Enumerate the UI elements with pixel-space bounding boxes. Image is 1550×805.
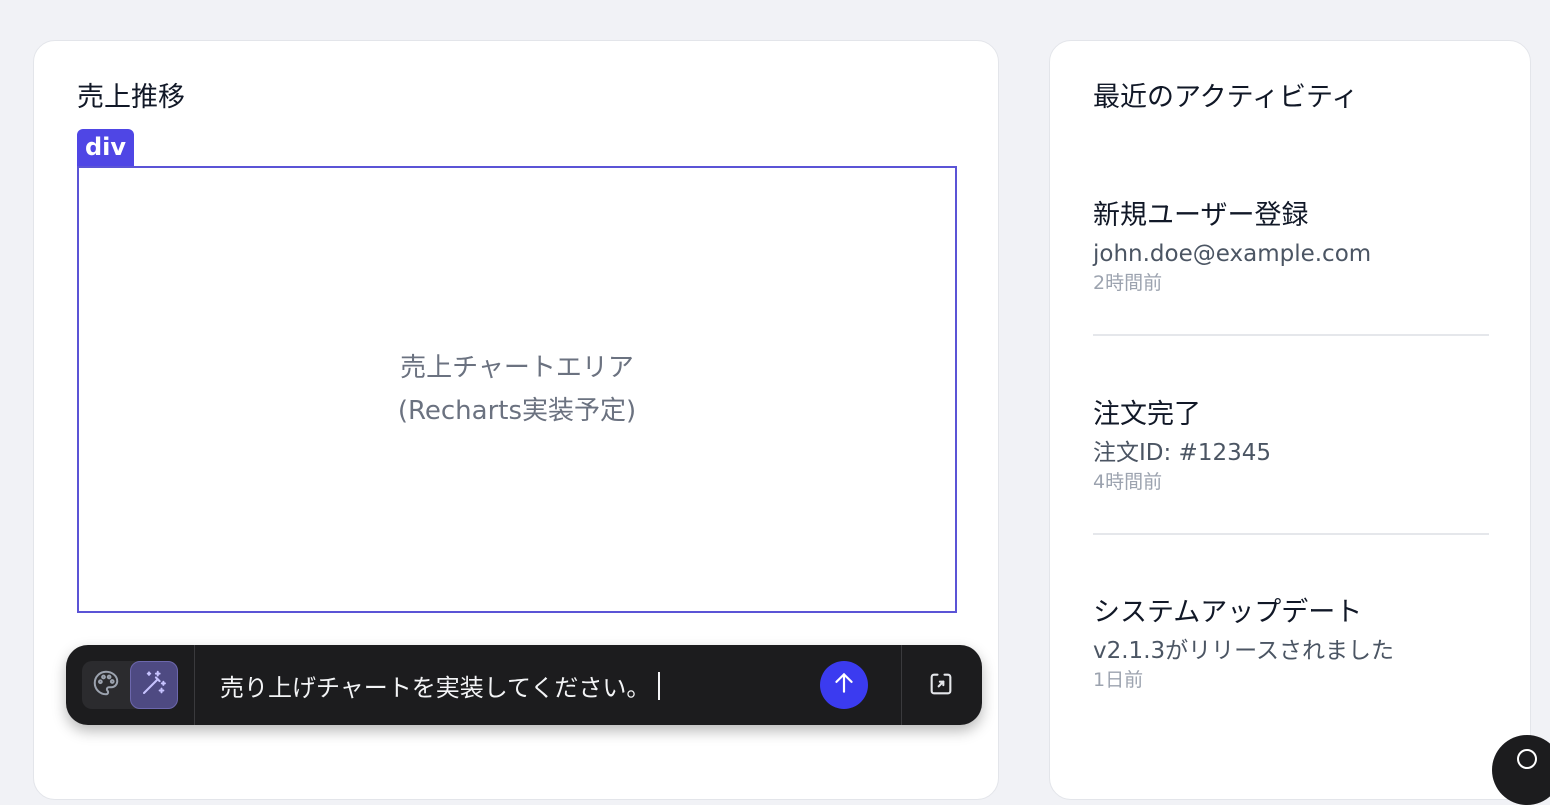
activity-item: 新規ユーザー登録 john.doe@example.com 2時間前 <box>1093 199 1489 295</box>
ai-edit-mode-button[interactable] <box>130 661 178 709</box>
activity-detail: john.doe@example.com <box>1093 241 1372 267</box>
mode-toggle-group <box>82 661 178 709</box>
activity-item: システムアップデート v2.1.3がリリースされました 1日前 <box>1093 596 1489 692</box>
ai-prompt-bar <box>66 645 982 725</box>
activity-detail: 注文ID: #12345 <box>1093 440 1271 466</box>
style-mode-button[interactable] <box>82 661 130 709</box>
recent-activity-card: 最近のアクティビティ 新規ユーザー登録 john.doe@example.com… <box>1049 40 1531 800</box>
text-caret <box>657 672 660 700</box>
sales-chart-placeholder[interactable]: 売上チャートエリア (Recharts実装予定) <box>77 166 957 613</box>
expand-window-icon <box>927 670 955 702</box>
prompt-input[interactable] <box>220 665 800 705</box>
activity-divider <box>1093 533 1489 535</box>
element-inspector-tag: div <box>77 129 135 166</box>
activity-divider <box>1093 334 1489 336</box>
chart-placeholder-note: (Recharts実装予定) <box>397 395 637 426</box>
sales-card-title: 売上推移 <box>77 82 185 113</box>
activity-item: 注文完了 注文ID: #12345 4時間前 <box>1093 398 1489 494</box>
activity-time: 1日前 <box>1093 669 1144 691</box>
prompt-divider-left <box>194 645 195 725</box>
arrow-up-icon <box>831 670 857 700</box>
send-button[interactable] <box>820 661 868 709</box>
activity-time: 4時間前 <box>1093 471 1163 493</box>
help-icon <box>1515 747 1539 775</box>
activity-card-title: 最近のアクティビティ <box>1093 82 1359 113</box>
expand-panel-button[interactable] <box>924 669 958 703</box>
activity-title: システムアップデート <box>1093 597 1363 628</box>
palette-icon <box>91 668 121 702</box>
prompt-divider-right <box>901 645 902 725</box>
activity-title: 新規ユーザー登録 <box>1093 200 1309 231</box>
activity-detail: v2.1.3がリリースされました <box>1093 638 1394 664</box>
activity-time: 2時間前 <box>1093 272 1163 294</box>
activity-title: 注文完了 <box>1093 399 1201 430</box>
magic-wand-icon <box>139 668 169 702</box>
chart-placeholder-title: 売上チャートエリア <box>400 352 634 383</box>
